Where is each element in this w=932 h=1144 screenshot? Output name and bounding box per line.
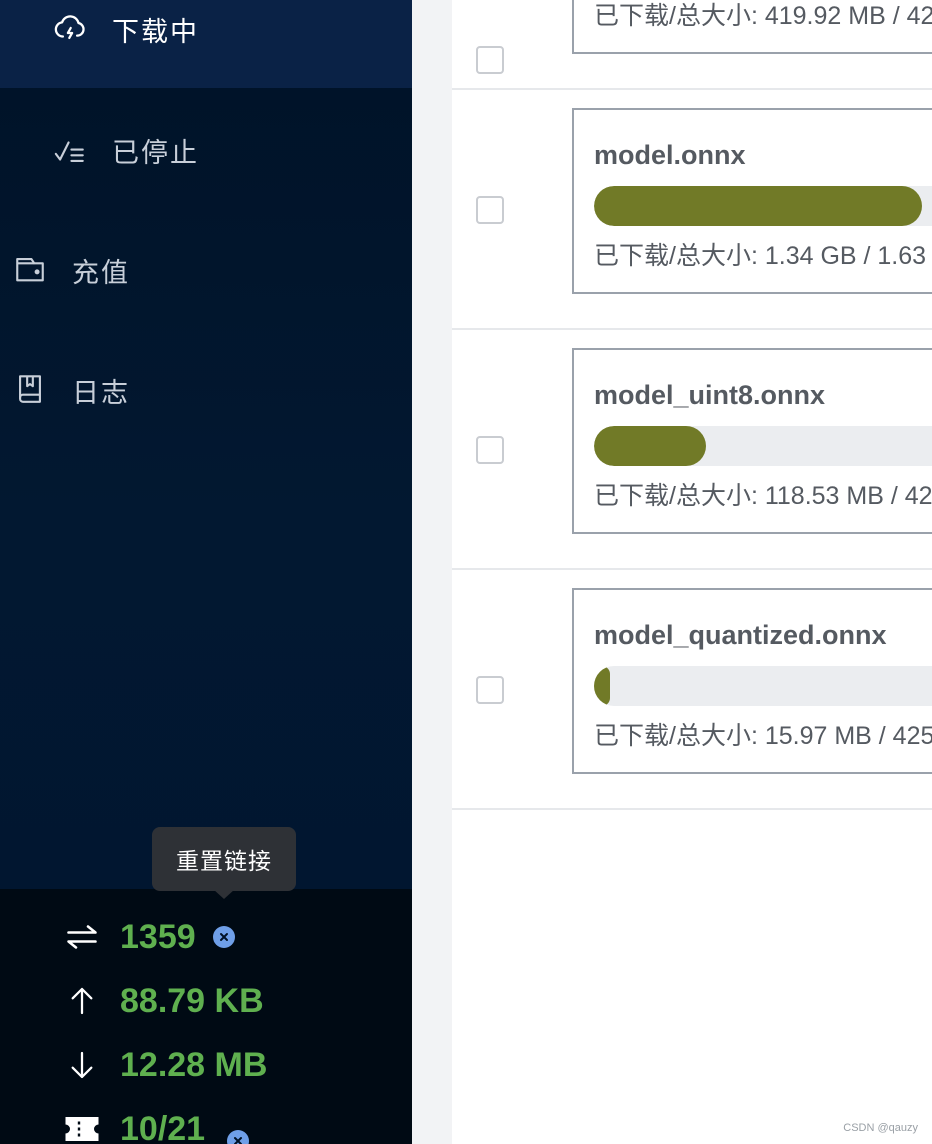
stat-upload: 88.79 KB	[0, 969, 412, 1033]
upload-speed: 88.79 KB	[120, 981, 264, 1020]
size-info: 已下载/总大小: 1.34 GB / 1.63	[594, 242, 927, 270]
row-checkbox[interactable]	[476, 676, 504, 704]
progress-fill	[594, 666, 610, 706]
size-info: 已下载/总大小: 118.53 MB / 42	[594, 482, 932, 510]
stats-panel: 1359 88.79 KB 12.28 MB 10/21	[0, 889, 412, 1144]
watermark: CSDN @qauzy	[843, 1122, 918, 1134]
sidebar-item-stopped[interactable]: 已停止	[0, 105, 412, 193]
sidebar-item-label: 日志	[72, 378, 130, 409]
download-row: model_uint8.onnx 已下载/总大小: 118.53 MB / 42	[452, 330, 932, 570]
progress-bar	[594, 426, 932, 466]
progress-fill	[594, 186, 922, 226]
checklist-icon	[52, 133, 88, 169]
size-info: 已下载/总大小: 15.97 MB / 425	[594, 722, 932, 750]
download-card: model.onnx 已下载/总大小: 1.34 GB / 1.63	[572, 108, 932, 294]
cloud-lightning-icon	[52, 10, 88, 46]
file-name: model.onnx	[594, 140, 746, 170]
progress-fill	[594, 426, 706, 466]
tooltip-arrow	[213, 889, 235, 899]
row-checkbox[interactable]	[476, 196, 504, 224]
stat-connections: 1359	[0, 905, 412, 969]
sidebar-item-label: 下载中	[112, 17, 199, 48]
reset-connections-button[interactable]	[213, 926, 235, 948]
close-icon	[234, 1137, 242, 1144]
download-speed: 12.28 MB	[120, 1045, 268, 1084]
download-row: model_quantized.onnx 已下载/总大小: 15.97 MB /…	[452, 570, 932, 810]
arrow-up-icon	[62, 981, 102, 1021]
wallet-icon	[12, 251, 48, 287]
sidebar-item-label: 充值	[72, 258, 130, 289]
close-icon	[220, 933, 228, 941]
file-name: model_quantized.onnx	[594, 620, 887, 650]
progress-bar	[594, 186, 932, 226]
sidebar: 下载中 已停止 充值 日志 1359 88.79 KB 12.28 MB 10/…	[0, 0, 412, 1144]
book-icon	[12, 371, 48, 407]
sidebar-item-label: 已停止	[112, 138, 199, 169]
download-card: 已下载/总大小: 419.92 MB / 42	[572, 0, 932, 54]
progress-bar	[594, 666, 932, 706]
tooltip: 重置链接	[152, 827, 296, 891]
file-name: model_uint8.onnx	[594, 380, 826, 410]
sidebar-item-recharge[interactable]: 充值	[0, 225, 412, 313]
row-checkbox[interactable]	[476, 46, 504, 74]
sidebar-item-log[interactable]: 日志	[0, 345, 412, 433]
download-row: 已下载/总大小: 419.92 MB / 42	[452, 0, 932, 90]
tickets-count: 10/21	[120, 1109, 206, 1144]
stat-tickets: 10/21	[0, 1097, 412, 1144]
row-checkbox[interactable]	[476, 436, 504, 464]
download-list: 已下载/总大小: 419.92 MB / 42 model.onnx 已下载/总…	[452, 0, 932, 1144]
download-row: model.onnx 已下载/总大小: 1.34 GB / 1.63	[452, 90, 932, 330]
stat-download: 12.28 MB	[0, 1033, 412, 1097]
reset-tickets-button[interactable]	[227, 1130, 249, 1144]
ticket-icon	[62, 1109, 102, 1144]
arrow-down-icon	[62, 1045, 102, 1085]
size-info: 已下载/总大小: 419.92 MB / 42	[594, 2, 932, 30]
download-card: model_uint8.onnx 已下载/总大小: 118.53 MB / 42	[572, 348, 932, 534]
connections-count: 1359	[120, 917, 196, 956]
swap-arrows-icon	[62, 917, 102, 957]
download-card: model_quantized.onnx 已下载/总大小: 15.97 MB /…	[572, 588, 932, 774]
sidebar-item-downloading[interactable]: 下载中	[0, 0, 412, 88]
